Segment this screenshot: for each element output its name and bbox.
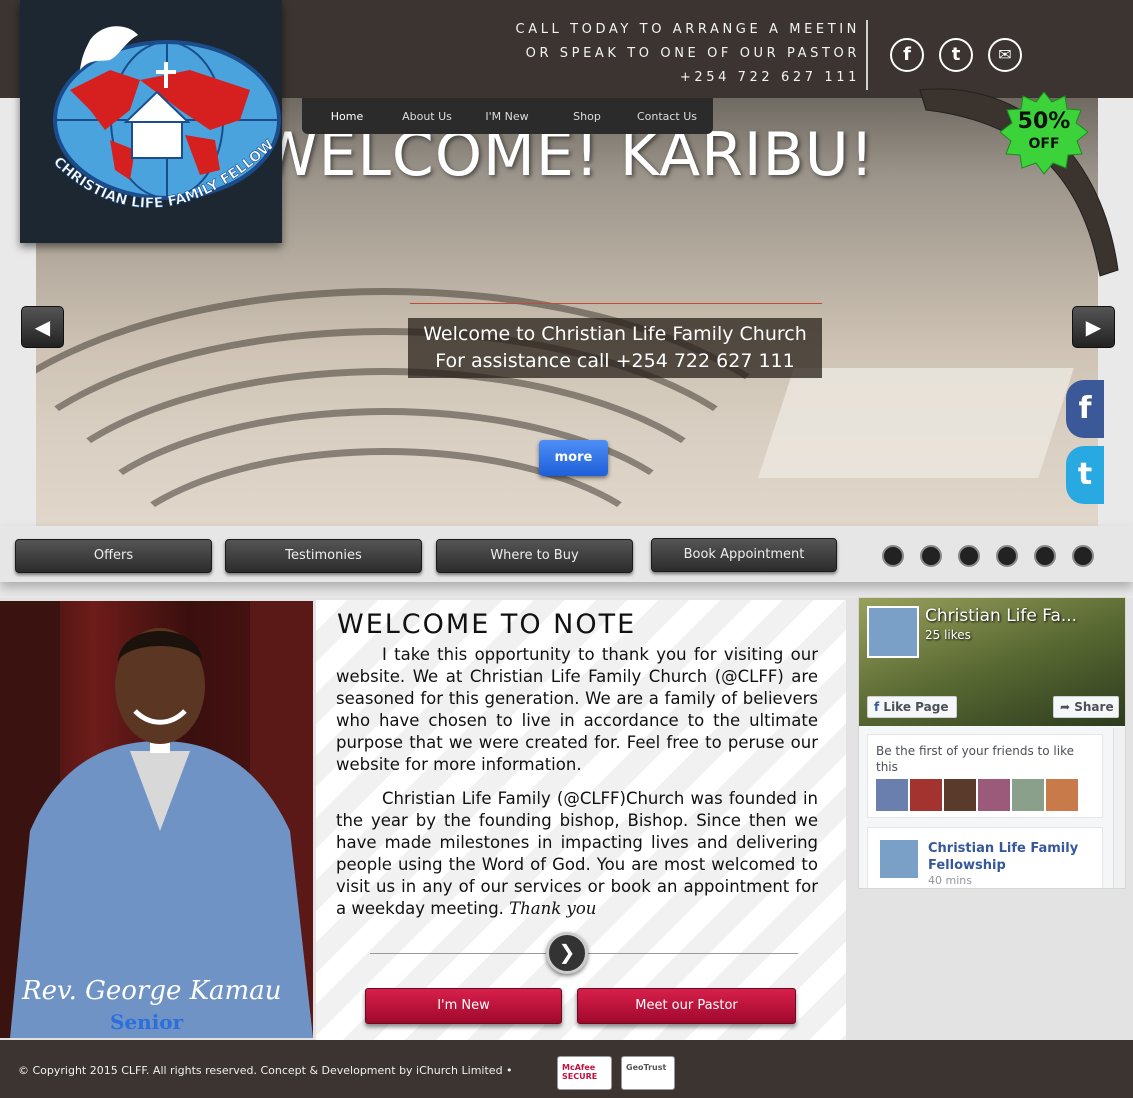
- globe-logo-icon: CHRISTIAN LIFE FAMILY FELLOWSHIP: [14, 0, 281, 212]
- pastor-name: Rev. George Kamau: [22, 976, 282, 1006]
- avatar[interactable]: [910, 779, 942, 811]
- avatar[interactable]: [880, 840, 918, 878]
- book-appointment-button[interactable]: Book Appointment: [651, 538, 837, 572]
- contact-line: OR SPEAK TO ONE OF OUR PASTOR: [525, 46, 860, 61]
- note-paragraph: I take this opportunity to thank you for…: [336, 645, 818, 774]
- slide-caption: Welcome to Christian Life Family Church …: [408, 318, 822, 378]
- meet-pastor-button[interactable]: Meet our Pastor: [577, 988, 796, 1024]
- pastor-title: Senior: [110, 1010, 184, 1034]
- avatar[interactable]: [978, 779, 1010, 811]
- fb-share-label: Share: [1074, 700, 1114, 714]
- contact-info: CALL TODAY TO ARRANGE A MEETIN OR SPEAK …: [480, 18, 860, 90]
- facebook-icon: f: [874, 700, 880, 714]
- nav-about-us[interactable]: About Us: [392, 110, 462, 123]
- contact-phone: +254 722 627 111: [679, 70, 860, 85]
- slider-prev-icon[interactable]: ◀: [21, 306, 64, 348]
- pastor-portrait: [0, 601, 313, 1038]
- nav-home[interactable]: Home: [302, 110, 392, 123]
- twitter-side-icon[interactable]: t: [1066, 446, 1104, 504]
- where-to-buy-button[interactable]: Where to Buy: [436, 539, 633, 573]
- promo-badge[interactable]: 50% OFF: [999, 91, 1089, 176]
- offers-button[interactable]: Offers: [15, 539, 212, 573]
- nav-contact-us[interactable]: Contact Us: [622, 110, 712, 123]
- fb-like-page-label: Like Page: [883, 700, 949, 714]
- promo-off: OFF: [1028, 136, 1060, 152]
- note-signoff: Thank you: [509, 899, 597, 918]
- pastor-photo: [0, 601, 313, 1038]
- slider-dot[interactable]: [1034, 545, 1056, 567]
- chevron-right-icon[interactable]: ❯: [546, 932, 588, 974]
- fb-post-card: Christian Life Family Fellowship 40 mins: [867, 827, 1103, 888]
- geotrust-seal[interactable]: GeoTrust: [621, 1056, 675, 1090]
- avatar[interactable]: [1046, 779, 1078, 811]
- fb-share-button[interactable]: ➦ Share: [1053, 696, 1119, 718]
- slider-dot[interactable]: [996, 545, 1018, 567]
- mcafee-seal[interactable]: McAfee SECURE: [557, 1056, 612, 1090]
- fb-like-page-button[interactable]: f Like Page: [867, 696, 957, 718]
- avatar[interactable]: [1012, 779, 1044, 811]
- starburst-icon: [999, 91, 1089, 175]
- logo[interactable]: CHRISTIAN LIFE FAMILY FELLOWSHIP: [14, 0, 282, 243]
- note-paragraph: Christian Life Family (@CLFF)Church was …: [336, 788, 818, 920]
- fb-like-count: 25 likes: [925, 628, 971, 642]
- slider-dot[interactable]: [958, 545, 980, 567]
- avatar[interactable]: [944, 779, 976, 811]
- note-title: WELCOME TO NOTE: [337, 609, 637, 640]
- share-icon: ➦: [1060, 700, 1071, 714]
- im-new-button[interactable]: I'm New: [365, 988, 562, 1024]
- nav-im-new[interactable]: I'M New: [462, 110, 552, 123]
- fb-post-time: 40 mins: [928, 874, 972, 887]
- slider-dot[interactable]: [1072, 545, 1094, 567]
- title-underline: [410, 303, 822, 304]
- contact-line: CALL TODAY TO ARRANGE A MEETIN: [515, 22, 860, 37]
- mail-icon[interactable]: ✉: [988, 38, 1022, 72]
- twitter-icon[interactable]: t: [939, 38, 973, 72]
- header-divider: [866, 20, 868, 90]
- slider-next-icon[interactable]: ▶: [1072, 306, 1115, 348]
- fb-post-author[interactable]: Christian Life Family Fellowship: [928, 840, 1098, 874]
- fb-scrollbar[interactable]: [1113, 728, 1125, 888]
- fb-page-name[interactable]: Christian Life Fa...: [925, 606, 1077, 626]
- testimonies-button[interactable]: Testimonies: [225, 539, 422, 573]
- caption-line: Welcome to Christian Life Family Church: [423, 323, 807, 345]
- fb-friend-avatars: [876, 779, 1080, 811]
- facebook-side-icon[interactable]: f: [1066, 380, 1104, 438]
- fb-friends-text: Be the first of your friends to like thi…: [876, 744, 1074, 774]
- slider-dot[interactable]: [920, 545, 942, 567]
- nav-shop[interactable]: Shop: [552, 110, 622, 123]
- caption-line: For assistance call +254 722 627 111: [435, 350, 795, 372]
- fb-page-avatar[interactable]: [867, 606, 919, 658]
- auditorium-stage: [758, 368, 1074, 478]
- main-nav: Home About Us I'M New Shop Contact Us: [302, 98, 713, 134]
- avatar[interactable]: [876, 779, 908, 811]
- slider-dot[interactable]: [882, 545, 904, 567]
- promo-percent: 50%: [1017, 109, 1071, 134]
- copyright-text: © Copyright 2015 CLFF. All rights reserv…: [18, 1064, 513, 1077]
- fb-friends-card: Be the first of your friends to like thi…: [867, 734, 1103, 818]
- facebook-icon[interactable]: f: [890, 38, 924, 72]
- facebook-page-widget: Christian Life Fa... 25 likes f Like Pag…: [858, 597, 1126, 889]
- more-button[interactable]: more: [539, 440, 608, 476]
